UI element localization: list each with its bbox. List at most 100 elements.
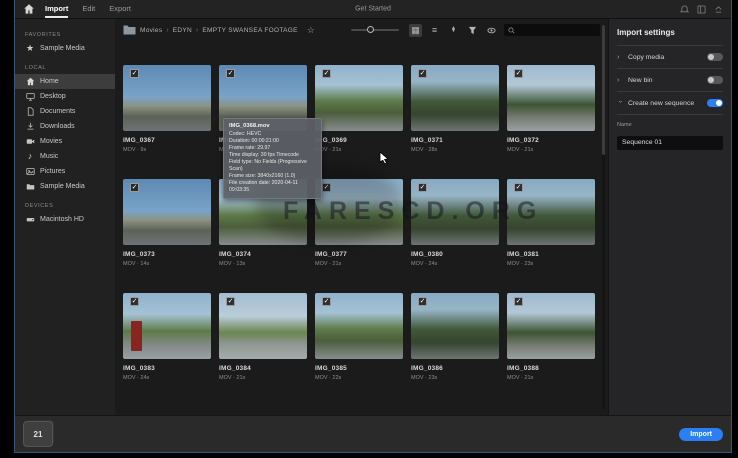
preview-button[interactable] xyxy=(485,24,498,37)
sidebar-item-label: Macintosh HD xyxy=(40,216,84,223)
sidebar-item-label: Sample Media xyxy=(40,45,85,52)
search-input[interactable] xyxy=(518,26,600,35)
media-meta: MOV · 24s xyxy=(411,261,499,267)
media-filename: IMG_0369 xyxy=(315,137,403,144)
selection-checkbox[interactable]: ✓ xyxy=(226,297,235,306)
sidebar-item-label: Home xyxy=(40,78,59,85)
camera-icon xyxy=(25,137,35,147)
media-filename: IMG_0386 xyxy=(411,365,499,372)
search-box[interactable] xyxy=(504,24,600,36)
selection-checkbox[interactable]: ✓ xyxy=(514,297,523,306)
selection-checkbox[interactable]: ✓ xyxy=(322,297,331,306)
grid-view-icon: ▦ xyxy=(411,26,420,35)
media-thumbnail[interactable]: ✓ xyxy=(123,65,211,131)
chevron-icon[interactable]: › xyxy=(617,77,623,84)
selection-stack[interactable]: 21 xyxy=(23,421,53,447)
sidebar-item-desktop[interactable]: Desktop xyxy=(15,89,115,104)
sidebar-section-title: FAVORITES xyxy=(15,29,115,41)
media-thumbnail[interactable]: ✓ xyxy=(507,293,595,359)
media-tile-img_0371[interactable]: ✓ IMG_0371 MOV · 28s xyxy=(411,65,499,153)
breadcrumb-item[interactable]: Movies xyxy=(140,27,162,34)
maximize-icon[interactable] xyxy=(714,5,723,14)
breadcrumb: Movies›EDYN›EMPTY SWANSEA FOOTAGE xyxy=(123,25,298,35)
media-tile-img_0367[interactable]: ✓ IMG_0367 MOV · 9s xyxy=(123,65,211,153)
selection-checkbox[interactable]: ✓ xyxy=(130,297,139,306)
media-thumbnail[interactable]: ✓ xyxy=(123,179,211,245)
setting-row-create-new-sequence[interactable]: › Create new sequence xyxy=(617,91,723,115)
sidebar-item-sample-media[interactable]: Sample Media xyxy=(15,179,115,194)
media-thumbnail[interactable]: ✓ xyxy=(219,293,307,359)
notifications-icon[interactable] xyxy=(680,5,689,14)
media-thumbnail[interactable]: ✓ xyxy=(411,65,499,131)
toggle-copy-media[interactable] xyxy=(707,53,723,61)
selection-checkbox[interactable]: ✓ xyxy=(418,69,427,78)
media-filename: IMG_0372 xyxy=(507,137,595,144)
bottom-bar: 21 Import xyxy=(15,415,731,452)
chevron-icon[interactable]: › xyxy=(617,100,624,106)
sequence-name-input[interactable] xyxy=(617,136,723,150)
vertical-scrollbar[interactable] xyxy=(602,25,605,409)
get-started-link[interactable]: Get Started xyxy=(355,6,391,13)
selection-checkbox[interactable]: ✓ xyxy=(130,69,139,78)
sort-button[interactable]: ▲▼ xyxy=(447,24,460,37)
workspace-icon[interactable] xyxy=(697,5,706,14)
selection-checkbox[interactable]: ✓ xyxy=(514,183,523,192)
sidebar-item-pictures[interactable]: Pictures xyxy=(15,164,115,179)
selection-checkbox[interactable]: ✓ xyxy=(322,69,331,78)
media-tile-img_0373[interactable]: ✓ IMG_0373 MOV · 14s xyxy=(123,179,211,267)
media-filename: IMG_0374 xyxy=(219,251,307,258)
desktop-icon xyxy=(25,92,35,102)
sidebar-item-sample-media[interactable]: ★ Sample Media xyxy=(15,41,115,56)
tab-export[interactable]: Export xyxy=(109,0,131,18)
media-thumbnail[interactable]: ✓ xyxy=(411,293,499,359)
media-tile-img_0384[interactable]: ✓ IMG_0384 MOV · 21s xyxy=(219,293,307,381)
sidebar-item-movies[interactable]: Movies xyxy=(15,134,115,149)
grid-view-button[interactable]: ▦ xyxy=(409,24,422,37)
media-browser: Movies›EDYN›EMPTY SWANSEA FOOTAGE ☆ ▦ ≡ … xyxy=(115,19,608,415)
tab-edit[interactable]: Edit xyxy=(82,0,95,18)
mode-tab-label: Import xyxy=(45,4,68,13)
sidebar-section: DEVICES Macintosh HD xyxy=(15,200,115,227)
sidebar-item-label: Downloads xyxy=(40,123,75,130)
tooltip-line: Frame size: 3840x2160 (1.0) xyxy=(229,173,316,180)
filter-button[interactable] xyxy=(466,24,479,37)
media-tile-img_0383[interactable]: ✓ IMG_0383 MOV · 24s xyxy=(123,293,211,381)
selection-checkbox[interactable]: ✓ xyxy=(418,183,427,192)
toggle-new-bin[interactable] xyxy=(707,76,723,84)
sidebar-item-documents[interactable]: Documents xyxy=(15,104,115,119)
favorite-star-icon[interactable]: ☆ xyxy=(307,25,315,36)
setting-row-copy-media[interactable]: › Copy media xyxy=(617,45,723,68)
media-tile-img_0386[interactable]: ✓ IMG_0386 MOV · 23s xyxy=(411,293,499,381)
thumbnail-size-slider[interactable] xyxy=(351,29,399,31)
tooltip-line: Frame rate: 29.97 xyxy=(229,145,316,152)
toggle-create-new-sequence[interactable] xyxy=(707,99,723,107)
breadcrumb-item[interactable]: EDYN xyxy=(173,27,192,34)
sidebar-item-music[interactable]: ♪ Music xyxy=(15,149,115,164)
import-button[interactable]: Import xyxy=(679,428,723,441)
setting-row-new-bin[interactable]: › New bin xyxy=(617,68,723,91)
media-tile-img_0388[interactable]: ✓ IMG_0388 MOV · 21s xyxy=(507,293,595,381)
media-thumbnail[interactable]: ✓ xyxy=(123,293,211,359)
media-tile-img_0369[interactable]: ✓ IMG_0369 MOV · 21s xyxy=(315,65,403,153)
scrollbar-thumb[interactable] xyxy=(602,25,605,155)
home-icon[interactable] xyxy=(23,3,35,15)
picture-icon xyxy=(25,167,35,177)
selection-checkbox[interactable]: ✓ xyxy=(418,297,427,306)
breadcrumb-item[interactable]: EMPTY SWANSEA FOOTAGE xyxy=(202,27,297,34)
selection-checkbox[interactable]: ✓ xyxy=(226,69,235,78)
media-thumbnail[interactable]: ✓ xyxy=(507,65,595,131)
sidebar-item-macintosh-hd[interactable]: Macintosh HD xyxy=(15,212,115,227)
selection-checkbox[interactable]: ✓ xyxy=(514,69,523,78)
mode-tab-label: Export xyxy=(109,4,131,13)
media-thumbnail[interactable]: ✓ xyxy=(315,293,403,359)
media-tile-img_0372[interactable]: ✓ IMG_0372 MOV · 21s xyxy=(507,65,595,153)
tab-import[interactable]: Import xyxy=(45,0,68,18)
sidebar-item-home[interactable]: Home xyxy=(15,74,115,89)
media-tile-img_0385[interactable]: ✓ IMG_0385 MOV · 22s xyxy=(315,293,403,381)
chevron-icon[interactable]: › xyxy=(617,54,623,61)
selection-checkbox[interactable]: ✓ xyxy=(130,183,139,192)
sidebar-item-downloads[interactable]: Downloads xyxy=(15,119,115,134)
media-thumbnail[interactable]: ✓ xyxy=(315,65,403,131)
slider-knob[interactable] xyxy=(367,26,374,33)
list-view-button[interactable]: ≡ xyxy=(428,24,441,37)
